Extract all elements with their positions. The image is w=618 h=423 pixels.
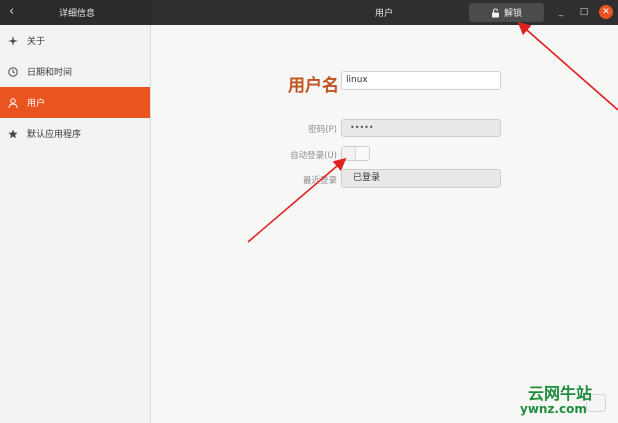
autologin-toggle[interactable] [341,146,370,161]
unlock-button[interactable]: 解锁 [469,3,544,22]
header-right: 用户 解锁 _ □ ✕ [151,0,618,25]
username-input[interactable]: linux [341,71,501,90]
watermark-cn: 云网牛站 [528,384,593,403]
close-button[interactable]: ✕ [599,5,613,19]
last-login-field[interactable]: 已登录 [341,169,501,188]
sidebar-item-users[interactable]: 用户 [0,87,150,118]
password-label: 密码(P) [308,125,337,135]
sidebar-item-default-apps[interactable]: 默认应用程序 [0,118,150,149]
page-title: 用户 [375,9,394,19]
lock-icon [491,7,499,17]
last-login-label: 最近登录 [302,176,337,186]
header-bar: ‹ 详细信息 用户 解锁 _ □ ✕ [0,0,618,25]
person-icon [8,97,18,108]
star-burst-icon [8,35,18,46]
sidebar-item-about[interactable]: 关于 [0,25,150,56]
autologin-label: 自动登录(U) [290,151,337,161]
sidebar-item-label: 日期和时间 [27,68,73,78]
sidebar-item-label: 用户 [27,99,46,109]
back-chevron-icon[interactable]: ‹ [9,5,21,19]
sidebar: 关于 日期和时间 用户 默认应用程序 [0,25,151,423]
header-left: ‹ 详细信息 [0,0,151,25]
minimize-button[interactable]: _ [554,5,568,19]
unlock-label: 解锁 [503,9,522,19]
sidebar-item-datetime[interactable]: 日期和时间 [0,56,150,87]
password-field[interactable]: ••••• [341,119,501,137]
sidebar-item-label: 默认应用程序 [27,130,82,140]
watermark-en: ywnz.com [520,402,587,416]
star-icon [8,129,18,138]
user-settings-panel: 用户名 linux 密码(P) ••••• 自动登录(U) 最近登录 已登录 [151,25,618,423]
toggle-knob [342,147,356,160]
username-heading: 用户名 [288,76,339,96]
sidebar-item-label: 关于 [27,37,46,47]
details-title: 详细信息 [59,9,96,19]
clock-icon [8,66,18,77]
maximize-button[interactable]: □ [577,5,591,19]
